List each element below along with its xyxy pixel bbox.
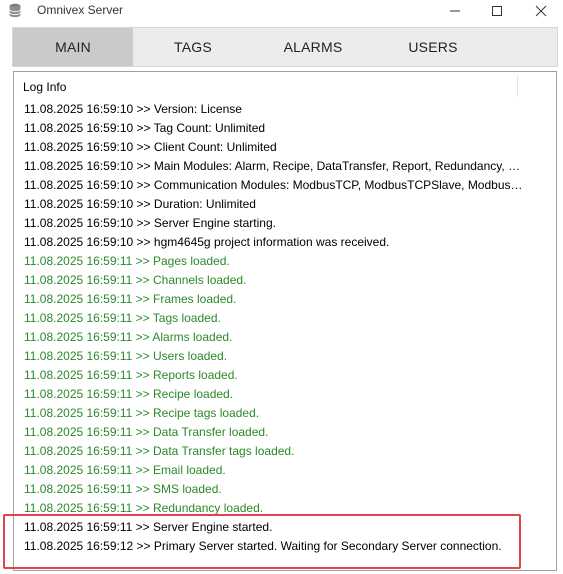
log-entry[interactable]: 11.08.2025 16:59:11 >> SMS loaded. <box>24 480 529 499</box>
column-divider[interactable] <box>517 75 518 97</box>
tab-bar: MAIN TAGS ALARMS USERS <box>12 27 558 67</box>
database-icon <box>9 3 21 18</box>
log-entry[interactable]: 11.08.2025 16:59:11 >> Data Transfer tag… <box>24 442 529 461</box>
log-entry[interactable]: 11.08.2025 16:59:11 >> Redundancy loaded… <box>24 499 529 518</box>
log-entry[interactable]: 11.08.2025 16:59:11 >> Alarms loaded. <box>24 328 529 347</box>
minimize-button[interactable] <box>432 0 478 22</box>
log-entry[interactable]: 11.08.2025 16:59:11 >> Frames loaded. <box>24 290 529 309</box>
log-entry[interactable]: 11.08.2025 16:59:10 >> Client Count: Unl… <box>24 138 529 157</box>
log-entry[interactable]: 11.08.2025 16:59:11 >> Pages loaded. <box>24 252 529 271</box>
close-icon <box>535 5 547 17</box>
log-entry[interactable]: 11.08.2025 16:59:11 >> Recipe tags loade… <box>24 404 529 423</box>
log-list[interactable]: Log Info 11.08.2025 16:59:10 >> Version:… <box>13 71 557 571</box>
log-entry[interactable]: 11.08.2025 16:59:11 >> Channels loaded. <box>24 271 529 290</box>
log-entry[interactable]: 11.08.2025 16:59:10 >> Server Engine sta… <box>24 214 529 233</box>
title-bar[interactable]: Omnivex Server <box>0 0 563 22</box>
log-lines: 11.08.2025 16:59:10 >> Version: License 1… <box>24 100 529 556</box>
log-entry[interactable]: 11.08.2025 16:59:11 >> Tags loaded. <box>24 309 529 328</box>
log-entry[interactable]: 11.08.2025 16:59:11 >> Server Engine sta… <box>24 518 529 537</box>
log-entry[interactable]: 11.08.2025 16:59:10 >> Communication Mod… <box>24 176 529 195</box>
log-column-header[interactable]: Log Info <box>23 80 66 94</box>
log-entry[interactable]: 11.08.2025 16:59:11 >> Recipe loaded. <box>24 385 529 404</box>
log-entry[interactable]: 11.08.2025 16:59:10 >> Version: License <box>24 100 529 119</box>
tab-tags[interactable]: TAGS <box>133 28 253 66</box>
tab-alarms[interactable]: ALARMS <box>253 28 373 66</box>
log-entry[interactable]: 11.08.2025 16:59:12 >> Primary Server st… <box>24 537 529 556</box>
log-entry[interactable]: 11.08.2025 16:59:10 >> Tag Count: Unlimi… <box>24 119 529 138</box>
log-entry[interactable]: 11.08.2025 16:59:10 >> Duration: Unlimit… <box>24 195 529 214</box>
maximize-icon <box>492 6 502 16</box>
minimize-icon <box>450 10 460 12</box>
log-entry[interactable]: 11.08.2025 16:59:10 >> hgm4645g project … <box>24 233 529 252</box>
log-entry[interactable]: 11.08.2025 16:59:11 >> Reports loaded. <box>24 366 529 385</box>
log-entry[interactable]: 11.08.2025 16:59:11 >> Email loaded. <box>24 461 529 480</box>
tab-main[interactable]: MAIN <box>13 28 133 66</box>
log-entry[interactable]: 11.08.2025 16:59:10 >> Main Modules: Ala… <box>24 157 529 176</box>
tab-users[interactable]: USERS <box>373 28 493 66</box>
log-entry[interactable]: 11.08.2025 16:59:11 >> Users loaded. <box>24 347 529 366</box>
log-entry[interactable]: 11.08.2025 16:59:11 >> Data Transfer loa… <box>24 423 529 442</box>
maximize-button[interactable] <box>474 0 520 22</box>
window-title: Omnivex Server <box>37 3 124 17</box>
close-button[interactable] <box>518 0 563 22</box>
